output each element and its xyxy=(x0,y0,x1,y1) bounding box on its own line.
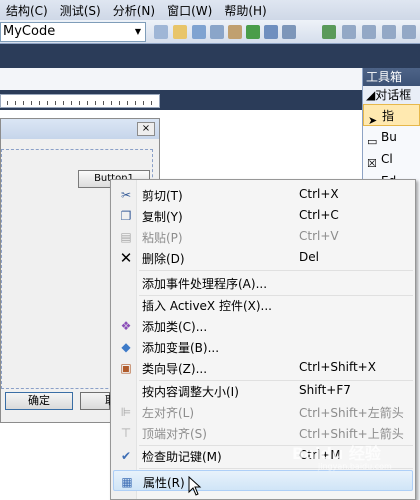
menu-item-label: 添加事件处理程序(A)... xyxy=(142,277,268,291)
menu-item-add-event-handler[interactable]: 添加事件处理程序(A)... xyxy=(113,272,413,293)
menu-item-label: 按内容调整大小(I) xyxy=(142,385,239,399)
menu-item-size-to-content[interactable]: 按内容调整大小(I) Shift+F7 xyxy=(113,380,413,401)
layout4-icon[interactable] xyxy=(402,25,416,39)
chevron-down-icon[interactable]: ▼ xyxy=(131,23,145,41)
align-icon[interactable] xyxy=(322,25,336,39)
menu-item-label: 粘贴(P) xyxy=(142,231,183,245)
menu-item-shortcut: Ctrl+Shift+左箭头 xyxy=(299,406,404,420)
menu-item-insert-activex[interactable]: 插入 ActiveX 控件(X)... xyxy=(113,294,413,315)
menu-item-cut[interactable]: ✂ 剪切(T) Ctrl+X xyxy=(113,184,413,205)
watermark-url: jingyan.baidu.com xyxy=(318,462,392,471)
solution-config-combo[interactable]: MyCode ▼ xyxy=(0,22,146,42)
menu-analyze[interactable]: 分析(N) xyxy=(107,2,161,19)
layout-icon[interactable] xyxy=(342,25,356,39)
layout2-icon[interactable] xyxy=(362,25,376,39)
menu-item-label: 左对齐(L) xyxy=(142,406,195,420)
cancel-button[interactable]: 取 xyxy=(80,392,116,410)
run-icon[interactable] xyxy=(246,25,260,39)
dropdown-icon[interactable] xyxy=(282,25,296,39)
grid-icon[interactable] xyxy=(264,25,278,39)
combo-value: MyCode xyxy=(3,24,56,39)
menu-item-label: 复制(Y) xyxy=(142,210,183,224)
tools-icon[interactable] xyxy=(228,25,242,39)
menu-item-shortcut: Shift+F7 xyxy=(299,383,351,397)
menu-test[interactable]: 测试(S) xyxy=(54,2,107,19)
menu-item-delete[interactable]: ✕ 删除(D) Del xyxy=(113,247,413,268)
toolbox-item-label: Cl xyxy=(381,152,393,166)
ok-button[interactable]: 确定 xyxy=(5,392,73,410)
toolbox-item-label: Bu xyxy=(381,130,397,144)
menu-item-align-left[interactable]: ⊫ 左对齐(L) Ctrl+Shift+左箭头 xyxy=(113,401,413,422)
window2-icon[interactable] xyxy=(210,25,224,39)
menu-item-label: 添加类(C)... xyxy=(142,320,208,334)
menu-window[interactable]: 窗口(W) xyxy=(161,2,218,19)
toolbox-item-checkbox[interactable]: ☒ Cl xyxy=(363,148,420,170)
watermark-logo: Baidu 经验 xyxy=(292,444,381,463)
dialog-title-bar xyxy=(1,119,159,139)
group-label: 对话框 xyxy=(375,88,412,102)
menu-item-label: 检查助记键(M) xyxy=(142,450,222,464)
menu-item-label: 剪切(T) xyxy=(142,189,183,203)
menu-item-label: 顶端对齐(S) xyxy=(142,427,207,441)
menu-item-shortcut: Ctrl+V xyxy=(299,229,339,243)
window-icon[interactable] xyxy=(192,25,206,39)
copy-icon: ❐ xyxy=(120,209,132,223)
mouse-cursor-icon xyxy=(188,476,202,496)
toolbar: MyCode ▼ xyxy=(0,20,420,44)
collapse-icon[interactable]: ◢ xyxy=(366,88,375,102)
toolbox-item-label: 指 xyxy=(382,109,395,123)
folder-icon[interactable] xyxy=(173,25,187,39)
close-icon[interactable]: × xyxy=(137,122,155,136)
check-mnemonic-icon: ✔ xyxy=(120,449,132,463)
menu-item-shortcut: Ctrl+X xyxy=(299,187,339,201)
add-class-icon: ❖ xyxy=(120,319,132,333)
menu-item-properties[interactable]: ▦ 属性(R) xyxy=(113,470,413,491)
menu-item-label: 删除(D) xyxy=(142,252,185,266)
delete-icon: ✕ xyxy=(119,249,133,267)
menu-item-copy[interactable]: ❐ 复制(Y) Ctrl+C xyxy=(113,205,413,226)
menu-item-class-wizard[interactable]: ▣ 类向导(Z)... Ctrl+Shift+X xyxy=(113,357,413,378)
document-tab-strip xyxy=(0,68,362,90)
find-icon[interactable] xyxy=(154,25,168,39)
paste-icon: ▤ xyxy=(120,230,132,244)
menu-item-label: 插入 ActiveX 控件(X)... xyxy=(142,299,272,313)
align-left-icon: ⊫ xyxy=(120,405,132,419)
layout3-icon[interactable] xyxy=(382,25,396,39)
menu-item-shortcut: Del xyxy=(299,250,319,264)
menu-item-label: 属性(R) xyxy=(143,476,185,490)
class-wizard-icon: ▣ xyxy=(120,361,132,375)
ruler xyxy=(0,94,160,108)
toolbox-item-button[interactable]: ▭ Bu xyxy=(363,126,420,148)
menu-item-shortcut: Ctrl+Shift+X xyxy=(299,360,376,374)
toolbox-item-pointer[interactable]: ➤ 指 xyxy=(363,104,420,127)
toolbox-title: 工具箱 xyxy=(363,68,420,86)
menu-item-add-variable[interactable]: ◆ 添加变量(B)... xyxy=(113,336,413,357)
menu-item-label: 添加变量(B)... xyxy=(142,341,220,355)
menu-separator xyxy=(139,270,413,271)
properties-icon: ▦ xyxy=(121,475,133,489)
menu-bar: 结构(C) 测试(S) 分析(N) 窗口(W) 帮助(H) xyxy=(0,0,420,20)
menu-help[interactable]: 帮助(H) xyxy=(218,2,272,19)
align-top-icon: ⊤ xyxy=(120,426,132,440)
menu-item-label: 类向导(Z)... xyxy=(142,362,208,376)
add-variable-icon: ◆ xyxy=(121,340,131,354)
menu-item-add-class[interactable]: ❖ 添加类(C)... xyxy=(113,315,413,336)
scissors-icon: ✂ xyxy=(120,188,132,202)
menu-item-shortcut: Ctrl+C xyxy=(299,208,339,222)
menu-item-paste[interactable]: ▤ 粘贴(P) Ctrl+V xyxy=(113,226,413,247)
menu-build[interactable]: 结构(C) xyxy=(0,2,54,19)
toolbox-group-dialog[interactable]: ◢对话框 xyxy=(363,86,420,104)
